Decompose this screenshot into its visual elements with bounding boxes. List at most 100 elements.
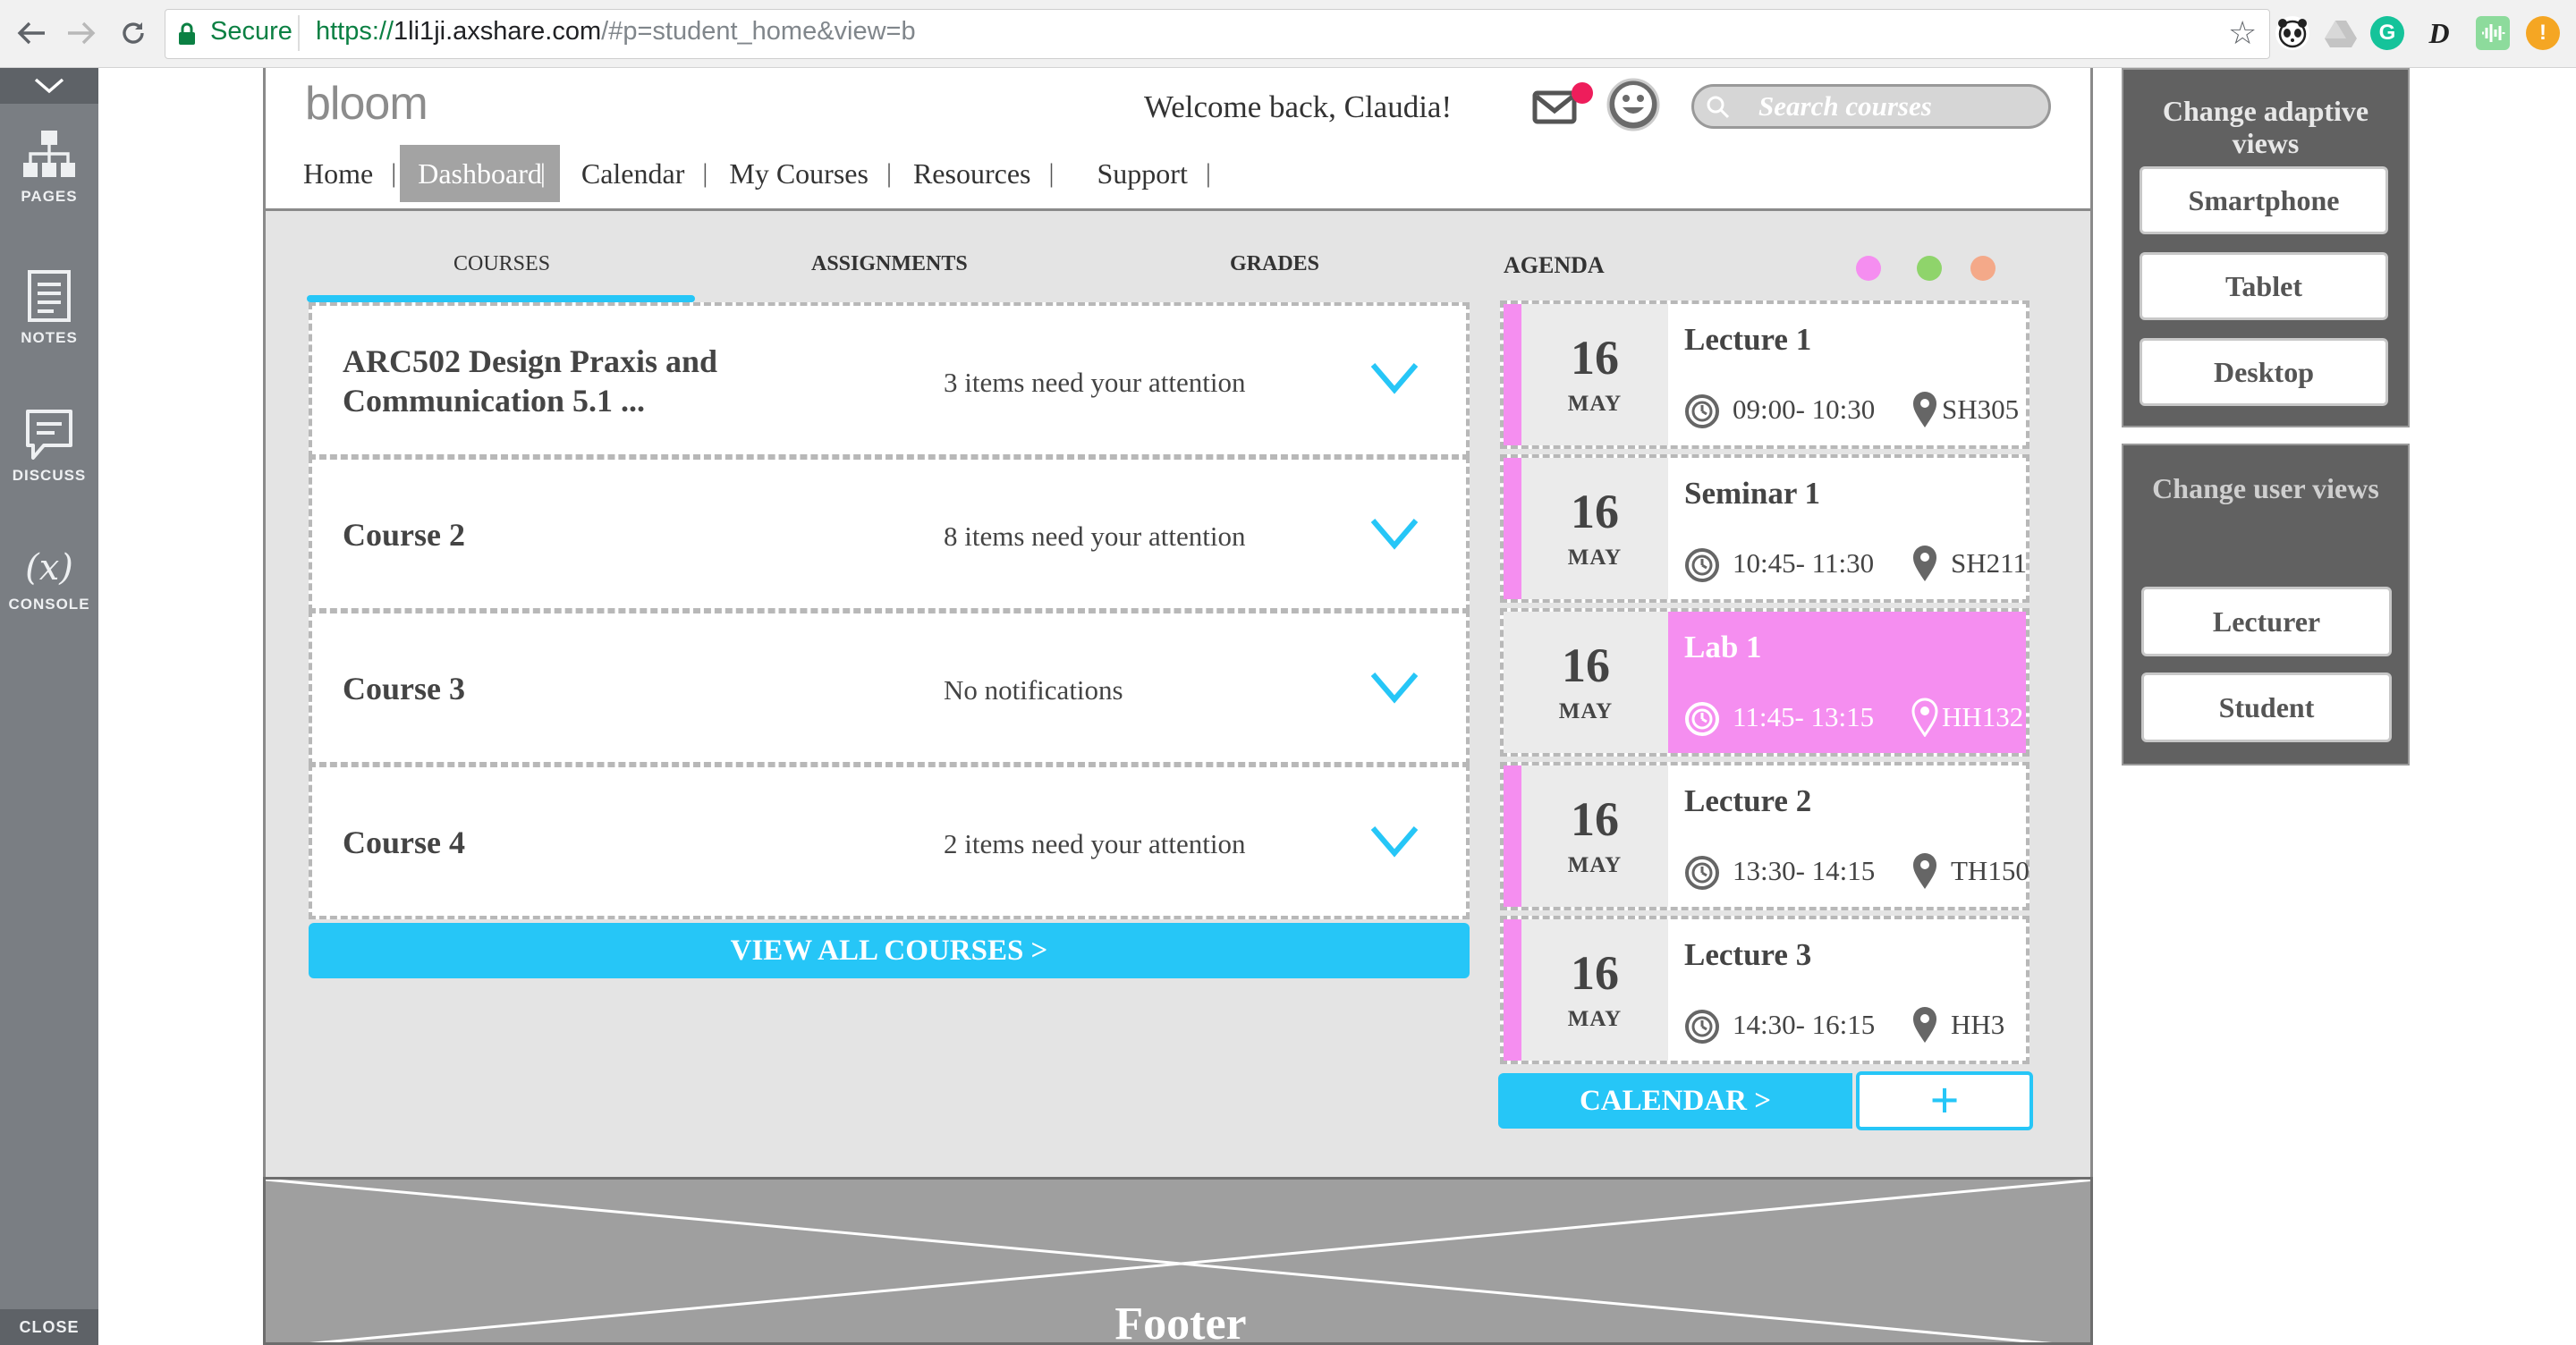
bloom-logo[interactable]: bloom: [305, 77, 428, 131]
collapse-chevron-icon[interactable]: [0, 68, 98, 104]
agenda-room: HH132: [1942, 701, 2024, 732]
agenda-date: 16 MAY: [1504, 612, 1668, 753]
sidebar-close-button[interactable]: CLOSE: [0, 1309, 98, 1345]
sidebar-item-discuss[interactable]: DISCUSS: [0, 410, 98, 485]
url-text[interactable]: https://1li1ji.axshare.com/#p=student_ho…: [316, 17, 916, 47]
url-host: 1li1ji.axshare.com: [394, 17, 602, 46]
agenda-day: 16: [1562, 639, 1610, 692]
agenda-room: SH211: [1951, 547, 2027, 579]
sidebar-item-notes[interactable]: NOTES: [0, 270, 98, 347]
grammarly-icon[interactable]: G: [2370, 16, 2404, 50]
clock-icon: [1685, 1010, 1719, 1044]
agenda-date: 16 MAY: [1521, 919, 1668, 1061]
nav-separator: |: [886, 158, 892, 188]
course-status: 2 items need your attention: [944, 828, 1246, 859]
dashboard-content: COURSES ASSIGNMENTS GRADES ARC502 Design…: [263, 211, 2093, 1177]
calendar-button[interactable]: CALENDAR >: [1498, 1073, 1852, 1129]
view-all-courses-button[interactable]: VIEW ALL COURSES >: [309, 923, 1470, 978]
agenda-filter-dot-orange[interactable]: [1970, 256, 1996, 281]
nav-item-dashboard[interactable]: Dashboard: [400, 145, 560, 202]
chevron-down-icon[interactable]: [1368, 823, 1421, 860]
clock-icon: [1685, 702, 1719, 736]
desktop-view-button[interactable]: Desktop: [2140, 338, 2388, 406]
course-row[interactable]: Course 2 8 items need your attention: [309, 456, 1470, 612]
tablet-view-button[interactable]: Tablet: [2140, 252, 2388, 320]
nav-item-my-courses[interactable]: My Courses: [711, 145, 886, 202]
chevron-down-icon[interactable]: [1368, 515, 1421, 553]
nav-separator: |: [702, 158, 708, 188]
course-row[interactable]: ARC502 Design Praxis and Communication 5…: [309, 302, 1470, 458]
forward-arrow-icon[interactable]: [61, 13, 102, 54]
agenda-item[interactable]: 16 MAY Lecture 2 13:30- 14:15 TH150: [1500, 762, 2029, 910]
sidebar-item-label: NOTES: [21, 329, 78, 346]
agenda-color-strip: [1504, 458, 1521, 599]
course-row[interactable]: Course 4 2 items need your attention: [309, 764, 1470, 919]
nav-item-support[interactable]: Support: [1057, 145, 1205, 202]
nav-item-home[interactable]: Home: [285, 145, 391, 202]
course-title: Course 3: [343, 671, 465, 706]
agenda-item[interactable]: 16 MAY Lab 1 11:45- 13:15 HH132: [1500, 608, 2029, 757]
reload-icon[interactable]: [113, 13, 154, 54]
back-arrow-icon[interactable]: [11, 13, 52, 54]
warning-icon[interactable]: !: [2526, 16, 2560, 50]
d-icon[interactable]: D: [2422, 16, 2456, 50]
search-icon: [1705, 94, 1732, 121]
agenda-item[interactable]: 16 MAY Seminar 1 10:45- 11:30 SH211: [1500, 454, 2029, 603]
clock-icon: [1685, 548, 1719, 582]
waveform-icon[interactable]: [2476, 16, 2510, 50]
agenda-month: MAY: [1567, 1007, 1623, 1031]
browser-toolbar: Secure https://1li1ji.axshare.com/#p=stu…: [0, 0, 2576, 68]
welcome-message: Welcome back, Claudia!: [1144, 89, 1453, 124]
chevron-down-icon[interactable]: [1368, 669, 1421, 706]
address-bar[interactable]: Secure https://1li1ji.axshare.com/#p=stu…: [165, 9, 2270, 59]
notification-dot: [1572, 82, 1593, 104]
student-view-button[interactable]: Student: [2141, 672, 2392, 742]
agenda-time: 10:45- 11:30: [1733, 547, 1875, 579]
agenda-item[interactable]: 16 MAY Lecture 3 14:30- 16:15 HH3: [1500, 916, 2029, 1064]
sidebar-item-label: DISCUSS: [12, 467, 87, 484]
search-input[interactable]: [1758, 89, 2027, 124]
panda-icon[interactable]: [2275, 16, 2309, 50]
location-pin-icon: [1911, 698, 1938, 737]
course-row[interactable]: Course 3 No notifications: [309, 610, 1470, 766]
agenda-color-strip: [1504, 304, 1521, 445]
agenda-filter-dot-pink[interactable]: [1856, 256, 1881, 281]
agenda-color-strip: [1504, 766, 1521, 907]
agenda-details: Lecture 3 14:30- 16:15 HH3: [1668, 919, 2026, 1061]
nav-separator: |: [1205, 158, 1211, 188]
agenda-time: 14:30- 16:15: [1733, 1009, 1876, 1040]
tab-assignments[interactable]: ASSIGNMENTS: [811, 252, 968, 276]
course-status: No notifications: [944, 674, 1123, 706]
agenda-filter-dot-green[interactable]: [1917, 256, 1942, 281]
agenda-color-strip: [1504, 919, 1521, 1061]
agenda-month: MAY: [1567, 853, 1623, 877]
nav-item-calendar[interactable]: Calendar: [549, 145, 703, 202]
chevron-down-icon[interactable]: [1368, 360, 1421, 397]
drive-icon[interactable]: [2324, 16, 2358, 50]
url-divider: [298, 15, 300, 51]
avatar-icon[interactable]: [1606, 77, 1661, 132]
sidebar-item-console[interactable]: (x) CONSOLE: [0, 547, 98, 613]
agenda-event-title: Lecture 2: [1684, 783, 1812, 818]
nav-separator: |: [391, 158, 397, 188]
tab-grades[interactable]: GRADES: [1230, 252, 1319, 276]
agenda-details: Seminar 1 10:45- 11:30 SH211: [1668, 458, 2027, 599]
agenda-item[interactable]: 16 MAY Lecture 1 09:00- 10:30 SH305: [1500, 300, 2029, 449]
sidebar-item-pages[interactable]: PAGES: [0, 131, 98, 206]
course-status: 3 items need your attention: [944, 367, 1246, 398]
discuss-bubble-icon: [26, 410, 72, 460]
agenda-details: Lecture 2 13:30- 14:15 TH150: [1668, 766, 2029, 907]
add-event-button[interactable]: +: [1856, 1071, 2033, 1130]
tab-courses[interactable]: COURSES: [453, 252, 550, 276]
clock-icon: [1685, 394, 1719, 428]
agenda-room: SH305: [1942, 393, 2020, 425]
lecturer-view-button[interactable]: Lecturer: [2141, 587, 2392, 656]
url-scheme: https://: [316, 17, 394, 46]
agenda-day: 16: [1571, 946, 1619, 1000]
course-search[interactable]: [1691, 84, 2051, 129]
bookmark-star-icon[interactable]: ☆: [2228, 15, 2257, 52]
nav-item-resources[interactable]: Resources: [895, 145, 1049, 202]
smartphone-view-button[interactable]: Smartphone: [2140, 166, 2388, 234]
grammarly-letter: G: [2378, 21, 2396, 45]
agenda-list: 16 MAY Lecture 1 09:00- 10:30 SH305 16 M…: [1500, 300, 2029, 1070]
